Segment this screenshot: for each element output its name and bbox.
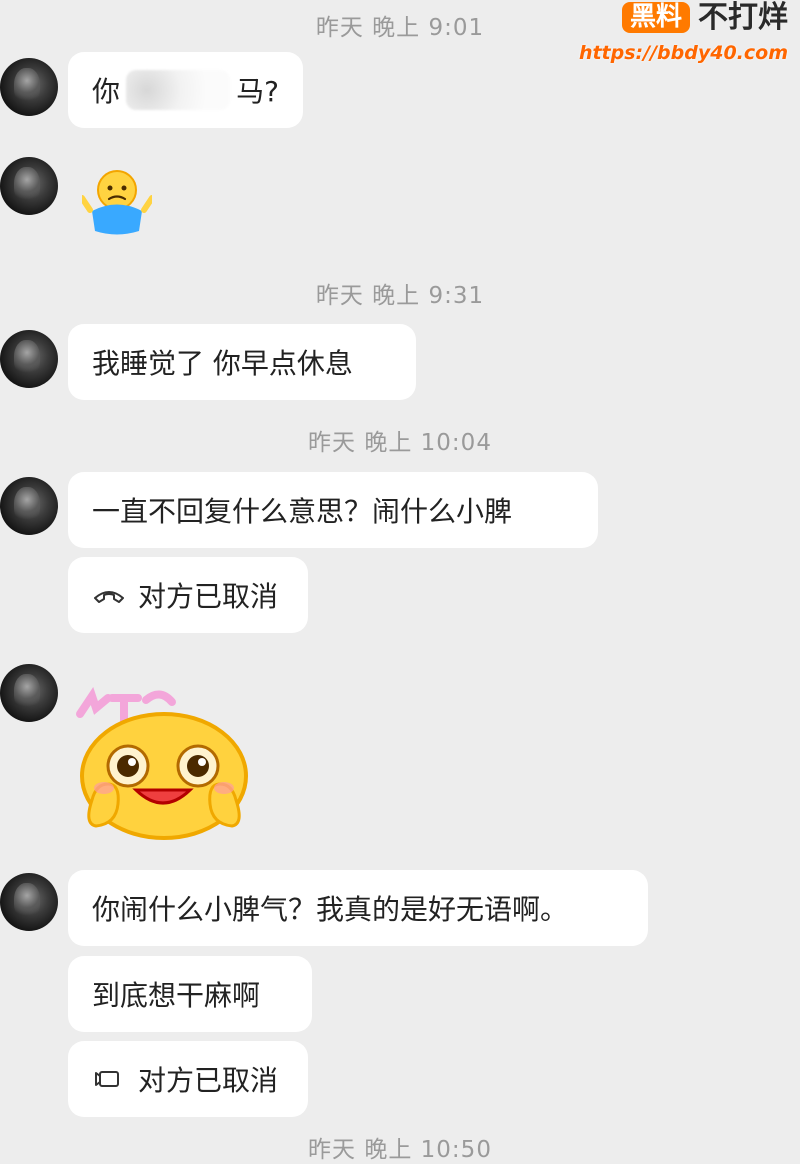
chat-conversation: 黑料 不打烊 https://bbdy40.com 昨天 晚上 9:01 你 马…: [0, 0, 800, 1163]
blurred-text: [126, 70, 231, 110]
watermark-url: https://bbdy40.com: [578, 42, 788, 64]
avatar[interactable]: [0, 664, 58, 722]
message-text: 你闹什么小脾气？我真的是好无语啊。: [92, 893, 569, 926]
timestamp-1: 昨天 晚上 9:01: [315, 15, 485, 41]
avatar[interactable]: [0, 58, 58, 116]
emoji-shrug: [79, 168, 155, 238]
message-text: 到底想干麻啊: [92, 979, 261, 1012]
timestamp-2: 昨天 晚上 9:31: [315, 283, 485, 309]
message-bubble-7[interactable]: 你闹什么小脾气？我真的是好无语啊。: [68, 870, 648, 946]
message-text-right: 马?: [236, 75, 279, 108]
message-text-left: 你: [92, 75, 121, 108]
happy-face-sticker-icon: [76, 686, 248, 840]
video-call-icon: [92, 1067, 126, 1091]
call-cancelled-bubble-1[interactable]: 对方已取消: [68, 557, 308, 633]
timestamp-4: 昨天 晚上 10:50: [308, 1137, 492, 1163]
timestamp-3: 昨天 晚上 10:04: [308, 430, 492, 456]
phone-hangup-icon: [92, 583, 126, 607]
avatar[interactable]: [0, 477, 58, 535]
message-bubble-1[interactable]: 你 马?: [68, 52, 303, 128]
message-bubble-4[interactable]: 一直不回复什么意思？闹什么小脾: [68, 472, 598, 548]
avatar[interactable]: [0, 873, 58, 931]
message-text: 我睡觉了 你早点休息: [92, 347, 353, 380]
message-bubble-8[interactable]: 到底想干麻啊: [68, 956, 312, 1032]
message-bubble-3[interactable]: 我睡觉了 你早点休息: [68, 324, 416, 400]
avatar[interactable]: [0, 157, 58, 215]
message-text: 一直不回复什么意思？闹什么小脾: [92, 495, 513, 528]
sticker-happy-face: [74, 680, 254, 840]
call-cancelled-bubble-2[interactable]: 对方已取消: [68, 1041, 308, 1117]
avatar[interactable]: [0, 330, 58, 388]
shrug-emoji-icon: [79, 170, 155, 235]
call-cancelled-text: 对方已取消: [138, 1064, 279, 1097]
call-cancelled-text: 对方已取消: [138, 580, 279, 613]
